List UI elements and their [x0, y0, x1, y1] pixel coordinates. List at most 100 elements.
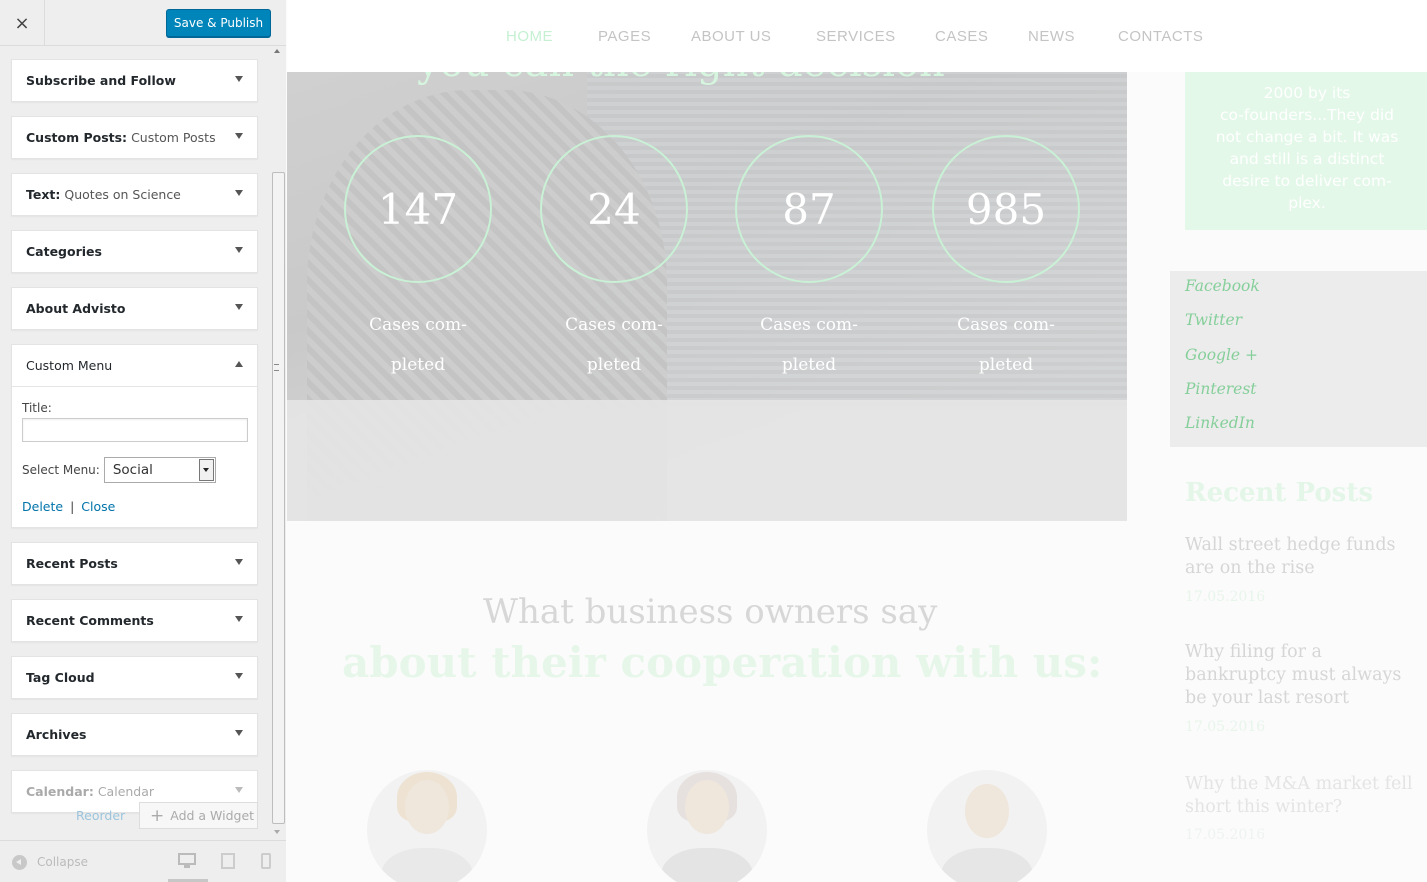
chevron-down-icon[interactable]: [235, 133, 243, 139]
select-menu-dropdown[interactable]: Social: [103, 457, 216, 483]
chevron-down-icon[interactable]: [235, 247, 243, 253]
widget-subtitle: Calendar: [97, 784, 155, 799]
widget-header[interactable]: Categories: [12, 231, 257, 272]
stat-value: 24: [540, 135, 688, 283]
widget-header[interactable]: About Advisto: [12, 288, 257, 329]
scroll-down-arrow-icon[interactable]: [274, 830, 280, 834]
chevron-down-icon[interactable]: [235, 673, 243, 679]
widget-subscribe-and-follow[interactable]: Subscribe and Follow: [11, 59, 258, 102]
title-input[interactable]: [22, 418, 248, 442]
recent-post-title[interactable]: Wall street hedge funds are on the rise: [1185, 534, 1425, 580]
recent-post-date: 17.05.2016: [1185, 827, 1266, 843]
nav-about-us[interactable]: ABOUT US: [691, 28, 771, 45]
sidebar-scrollbar[interactable]: [271, 46, 286, 840]
hero-background-desk: [287, 400, 1127, 521]
add-widget-button[interactable]: + Add a Widget: [139, 802, 258, 829]
widget-categories[interactable]: Categories: [11, 230, 258, 273]
stat-value: 147: [344, 135, 492, 283]
plus-icon: +: [150, 805, 165, 826]
widget-recent-posts[interactable]: Recent Posts: [11, 542, 258, 585]
site-preview: you can the right decision 147 Cases com…: [287, 0, 1427, 882]
customizer-footer: Collapse: [0, 840, 286, 882]
chevron-down-icon[interactable]: [235, 787, 243, 793]
widget-custom-posts[interactable]: Custom Posts: Custom Posts: [11, 116, 258, 159]
testimonial-avatar: [927, 770, 1047, 882]
widget-area-actions: Reorder + Add a Widget: [0, 801, 271, 829]
nav-news[interactable]: NEWS: [1028, 28, 1075, 45]
chevron-down-icon[interactable]: [235, 190, 243, 196]
chevron-down-icon[interactable]: [235, 76, 243, 82]
nav-cases[interactable]: CASES: [935, 28, 988, 45]
recent-post-title[interactable]: Why the M&A market fell short this winte…: [1185, 773, 1425, 819]
social-menu: Facebook Twitter Google + Pinterest Link…: [1170, 271, 1427, 447]
stat-label: Cases com-pleted: [369, 315, 467, 375]
widget-title: Archives: [26, 727, 87, 742]
chevron-up-icon[interactable]: [235, 361, 243, 367]
quote-box: 2000 by its co-founders...They did not c…: [1185, 72, 1427, 230]
stat-label: Cases com-pleted: [957, 315, 1055, 375]
widget-tag-cloud[interactable]: Tag Cloud: [11, 656, 258, 699]
dropdown-arrow-icon[interactable]: [198, 459, 214, 481]
site-navigation: HOME PAGES ABOUT US SERVICES CASES NEWS …: [287, 0, 1427, 72]
title-field-label: Title:: [22, 401, 52, 415]
widget-title: Tag Cloud: [26, 670, 95, 685]
widget-title: Custom Posts:: [26, 130, 128, 145]
chevron-down-icon[interactable]: [235, 616, 243, 622]
add-widget-label: Add a Widget: [170, 808, 255, 823]
chevron-down-icon[interactable]: [235, 304, 243, 310]
widget-archives[interactable]: Archives: [11, 713, 258, 756]
chevron-down-icon[interactable]: [235, 730, 243, 736]
reorder-link[interactable]: Reorder: [76, 808, 125, 823]
nav-home[interactable]: HOME: [506, 28, 553, 45]
close-customizer-button[interactable]: ×: [0, 0, 45, 46]
delete-link[interactable]: Delete: [22, 499, 63, 514]
scrollbar-thumb[interactable]: [272, 172, 285, 824]
select-menu-row: Select Menu: Social: [22, 457, 247, 483]
widget-title: About Advisto: [26, 301, 126, 316]
social-link-pinterest[interactable]: Pinterest: [1185, 380, 1257, 398]
widget-header[interactable]: Recent Comments: [12, 600, 257, 641]
social-link-linkedin[interactable]: LinkedIn: [1185, 414, 1255, 432]
collapse-arrow-icon[interactable]: [12, 855, 27, 870]
widget-subtitle: Custom Posts: [131, 130, 216, 145]
widget-text[interactable]: Text: Quotes on Science: [11, 173, 258, 216]
save-publish-button[interactable]: Save & Publish: [166, 9, 271, 37]
recent-post-date: 17.05.2016: [1185, 719, 1266, 735]
widget-header[interactable]: Tag Cloud: [12, 657, 257, 698]
widget-custom-menu[interactable]: Custom Menu Title: Select Menu: Social D…: [11, 344, 258, 528]
mobile-preview-icon[interactable]: [261, 853, 271, 869]
close-link[interactable]: Close: [81, 499, 115, 514]
hero-section: you can the right decision 147 Cases com…: [287, 0, 1127, 521]
stat-counter: 24 Cases com-pleted: [540, 135, 688, 385]
scroll-up-arrow-icon[interactable]: [274, 49, 280, 53]
widget-header[interactable]: Subscribe and Follow: [12, 60, 257, 101]
widget-about-advisto[interactable]: About Advisto: [11, 287, 258, 330]
widget-header[interactable]: Archives: [12, 714, 257, 755]
widget-header[interactable]: Text: Quotes on Science: [12, 174, 257, 215]
widget-title: Categories: [26, 244, 102, 259]
widget-header[interactable]: Recent Posts: [12, 543, 257, 584]
scrollbar-grip-icon: [274, 364, 279, 371]
social-link-twitter[interactable]: Twitter: [1185, 311, 1242, 329]
nav-pages[interactable]: PAGES: [598, 28, 651, 45]
customizer-sidebar: × Save & Publish Subscribe and Follow Cu…: [0, 0, 286, 882]
nav-services[interactable]: SERVICES: [816, 28, 896, 45]
desktop-preview-icon[interactable]: [178, 853, 196, 869]
widget-actions: Delete | Close: [22, 499, 247, 514]
tablet-preview-icon[interactable]: [221, 853, 235, 869]
stat-label: Cases com-pleted: [760, 315, 858, 375]
nav-contacts[interactable]: CONTACTS: [1118, 28, 1203, 45]
widget-header[interactable]: Custom Posts: Custom Posts: [12, 117, 257, 158]
testimonials-heading: What business owners say: [483, 592, 938, 632]
social-link-google-plus[interactable]: Google +: [1185, 346, 1258, 364]
testimonial-avatar: [647, 770, 767, 882]
widget-recent-comments[interactable]: Recent Comments: [11, 599, 258, 642]
chevron-down-icon[interactable]: [235, 559, 243, 565]
widget-title: Recent Posts: [26, 556, 118, 571]
widget-header[interactable]: Custom Menu: [12, 345, 257, 386]
collapse-button[interactable]: Collapse: [37, 855, 88, 869]
widget-list: Subscribe and Follow Custom Posts: Custo…: [11, 59, 258, 827]
stat-label: Cases com-pleted: [565, 315, 663, 375]
social-link-facebook[interactable]: Facebook: [1185, 277, 1260, 295]
recent-post-title[interactable]: Why filing for a bankruptcy must always …: [1185, 641, 1425, 710]
